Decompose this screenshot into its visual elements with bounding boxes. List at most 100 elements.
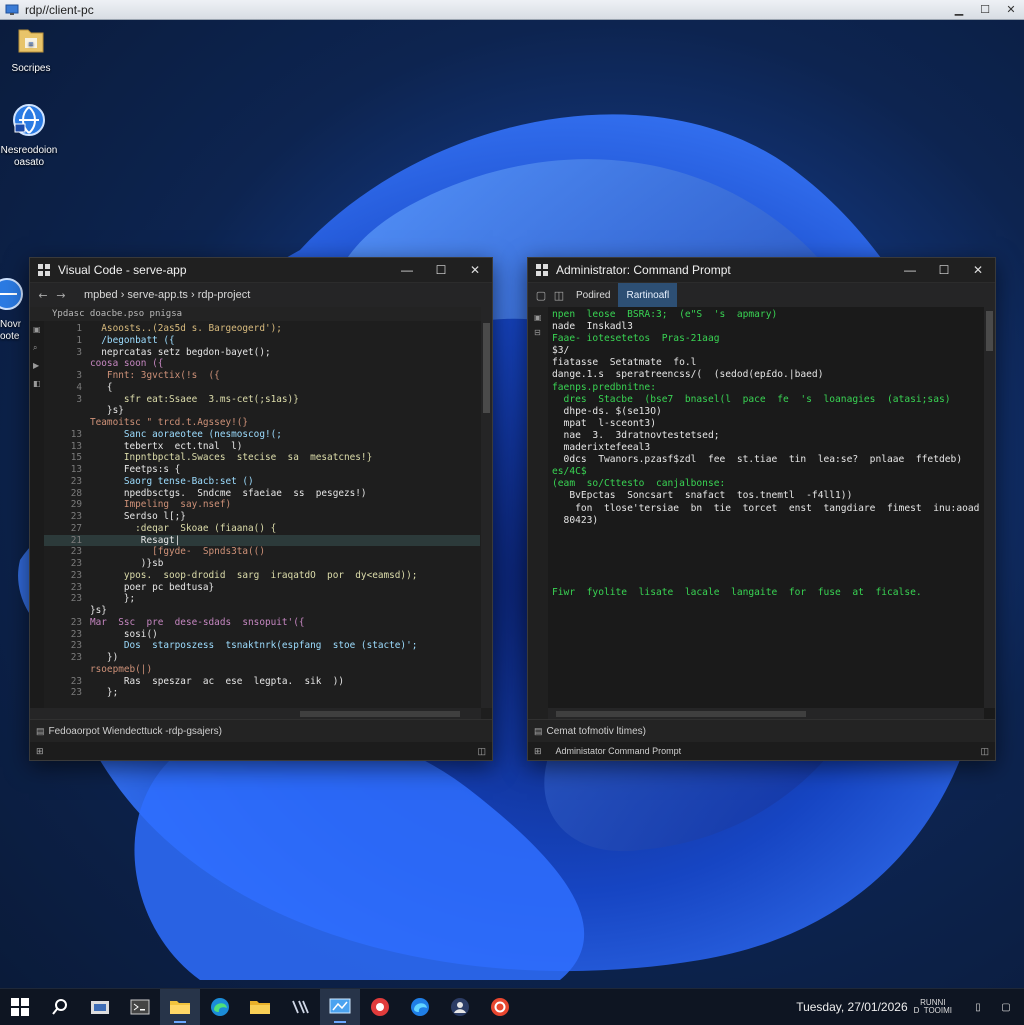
code-line[interactable]: 23 }; — [44, 687, 480, 699]
code-line[interactable]: 23 }) — [44, 652, 480, 664]
new-tab-icon[interactable]: ▢ — [532, 289, 550, 302]
code-line[interactable]: 23 Ras speszar ac ese legpta. sik )) — [44, 676, 480, 688]
code-text: [fgyde- Spnds3ta(() — [90, 546, 265, 558]
cmd-tab-podired[interactable]: Podired — [568, 283, 618, 307]
code-line[interactable]: 23 [fgyde- Spnds3ta(() — [44, 546, 480, 558]
scroll-thumb[interactable] — [300, 711, 460, 717]
code-line[interactable]: 29 Impeling say.nsef) — [44, 499, 480, 511]
line-number: 15 — [70, 452, 82, 464]
cmd-vertical-scrollbar[interactable] — [984, 307, 995, 708]
back-arrow-icon[interactable]: ← — [34, 289, 52, 302]
code-line[interactable]: Teamoitsc " trcd.t.Agssey!(} — [44, 417, 480, 429]
code-line[interactable]: 13 Feetps:s { — [44, 464, 480, 476]
code-line[interactable]: 23 )}sb — [44, 558, 480, 570]
panes-icon[interactable]: ◫ — [550, 289, 568, 302]
cmd-maximize-button[interactable]: ☐ — [927, 263, 961, 277]
code-line[interactable]: 3 sfr eat:Ssaee 3.ms-cet(;s1as)} — [44, 394, 480, 406]
taskbar-vscode-button[interactable] — [280, 989, 320, 1025]
taskbar-app-red-button[interactable] — [360, 989, 400, 1025]
code-line[interactable]: 23 Serdso l[;} — [44, 511, 480, 523]
code-line[interactable]: }s} — [44, 405, 480, 417]
cmd-output-line — [552, 551, 981, 563]
rdp-close-button[interactable]: ✕ — [998, 0, 1024, 19]
cmd-titlebar[interactable]: Administrator: Command Prompt — ☐ ✕ — [528, 258, 995, 283]
code-line[interactable]: 13 Sanc aoraeotee (nesmoscog!(; — [44, 429, 480, 441]
code-line[interactable]: 23 Dos starposzess tsnaktnrk(espfang sto… — [44, 640, 480, 652]
code-editor[interactable]: Ypdasc doacbe.pso pnigsa ▣ ⌕ ▶ ◧ 1 Asoos… — [30, 307, 492, 720]
taskbar-terminal-button[interactable] — [120, 989, 160, 1025]
run-icon[interactable]: ▶ — [33, 361, 44, 373]
line-number: 23 — [70, 675, 82, 687]
activity-bar: ▣ ⌕ ▶ ◧ — [30, 321, 44, 720]
notifications-icon[interactable]: ◫ — [980, 746, 989, 757]
code-text: Impeling say.nsef) — [90, 499, 232, 511]
code-line[interactable]: 23 sosi() — [44, 629, 480, 641]
split-icon[interactable]: ⊟ — [534, 328, 548, 337]
cmd-output[interactable]: npen leose BSRA:3; (e"S 's apmary) nade I… — [548, 307, 995, 720]
forward-arrow-icon[interactable]: → — [52, 289, 70, 302]
code-text: neprcatas setz begdon-bayet(); — [90, 346, 271, 358]
code-line[interactable]: 13 tebertx ect.tnal l) — [44, 441, 480, 453]
notifications-icon[interactable]: ◫ — [477, 746, 486, 757]
code-line[interactable]: 23 Saorg tense-Bacb:set () — [44, 476, 480, 488]
vscode-window[interactable]: Visual Code - serve-app — ☐ ✕ ← → mpbed … — [29, 257, 493, 761]
code-line[interactable]: 28 npedbsctgs. Sndcme sfaeiae ss pesgezs… — [44, 488, 480, 500]
taskbar-edge-button[interactable] — [200, 989, 240, 1025]
rdp-title-bar[interactable]: rdp//client-pc ▁ ☐ ✕ — [0, 0, 1024, 20]
file-breadcrumb[interactable]: mpbed › serve-app.ts › rdp-project — [84, 289, 250, 301]
taskbar-folder-button[interactable] — [240, 989, 280, 1025]
code-line[interactable]: 27 :deqar Skoae (fiaana() { — [44, 523, 480, 535]
network-icon[interactable]: ▯ — [964, 1002, 992, 1013]
taskbar-app-orange-button[interactable] — [480, 989, 520, 1025]
cmd-close-button[interactable]: ✕ — [961, 263, 995, 277]
taskbar-files-button[interactable] — [160, 989, 200, 1025]
code-line[interactable]: 1 /begonbatt ({ — [44, 335, 480, 347]
cmd-minimize-button[interactable]: — — [893, 263, 927, 277]
code-line[interactable]: 3 neprcatas setz begdon-bayet(); — [44, 347, 480, 359]
start-button[interactable] — [0, 989, 40, 1025]
code-line[interactable]: 23 poer pc bedtusa} — [44, 582, 480, 594]
code-line[interactable]: 1 Asoosts..(2as5d s. Bargeogerd'); — [44, 323, 480, 335]
vscode-maximize-button[interactable]: ☐ — [424, 263, 458, 277]
code-text: rsoepmeb(|) — [90, 663, 153, 675]
code-line[interactable]: 15 Inpntbpctal.Swaces stecise sa mesatcn… — [44, 452, 480, 464]
desktop-icon-scripts[interactable]: ≡ Socripes — [0, 24, 64, 75]
scroll-thumb[interactable] — [556, 711, 806, 717]
code-line[interactable]: rsoepmeb(|) — [44, 664, 480, 676]
extensions-icon[interactable]: ◧ — [33, 379, 44, 391]
code-line[interactable]: 4 { — [44, 382, 480, 394]
code-text: }; — [90, 687, 119, 699]
terminal-icon[interactable]: ▣ — [534, 313, 548, 322]
panel-icon[interactable]: ⊞ — [534, 746, 542, 757]
code-line[interactable]: }s} — [44, 605, 480, 617]
clock[interactable]: Tuesday, 27/01/2026 — [796, 1000, 907, 1014]
taskbar-explorer-button[interactable] — [80, 989, 120, 1025]
panel-icon[interactable]: ⊞ — [36, 746, 44, 757]
taskbar-edge2-button[interactable] — [400, 989, 440, 1025]
rdp-minimize-button[interactable]: ▁ — [946, 0, 972, 19]
code-line[interactable]: 3 Fnnt: 3gvctix(!s ({ — [44, 370, 480, 382]
notifications-icon[interactable]: ▢ — [992, 1002, 1020, 1013]
desktop-icon-network[interactable]: Nesreodoion oasato — [0, 102, 62, 169]
taskbar-search-button[interactable] — [40, 989, 80, 1025]
vscode-minimize-button[interactable]: — — [390, 263, 424, 277]
vscode-titlebar[interactable]: Visual Code - serve-app — ☐ ✕ — [30, 258, 492, 283]
code-line[interactable]: 23 ypos. soop-drodid sarg iraqatdO por d… — [44, 570, 480, 582]
vscode-close-button[interactable]: ✕ — [458, 263, 492, 277]
cmd-tab-rartinoafl[interactable]: Rartinoafl — [618, 283, 678, 307]
scroll-thumb[interactable] — [483, 323, 490, 413]
taskbar-app-people-button[interactable] — [440, 989, 480, 1025]
scroll-thumb[interactable] — [986, 311, 993, 351]
code-line[interactable]: 21 Resagt| — [44, 534, 480, 547]
search-icon[interactable]: ⌕ — [33, 343, 44, 355]
cmd-window[interactable]: Administrator: Command Prompt — ☐ ✕ ▢ ◫ … — [527, 257, 996, 761]
editor-vertical-scrollbar[interactable] — [481, 307, 492, 708]
code-line[interactable]: 23 }; — [44, 593, 480, 605]
code-lines[interactable]: 1 Asoosts..(2as5d s. Bargeogerd'); 1 /beg… — [44, 323, 480, 699]
file-icon[interactable]: ▣ — [33, 325, 44, 337]
code-line[interactable]: 23 Mar Ssc pre dese-sdads snsopuit'({ — [44, 617, 480, 629]
taskbar-remote-desktop-button[interactable] — [320, 989, 360, 1025]
code-line[interactable]: coosa soon ({ — [44, 358, 480, 370]
remote-desktop-icon — [5, 4, 19, 15]
rdp-maximize-button[interactable]: ☐ — [972, 0, 998, 19]
